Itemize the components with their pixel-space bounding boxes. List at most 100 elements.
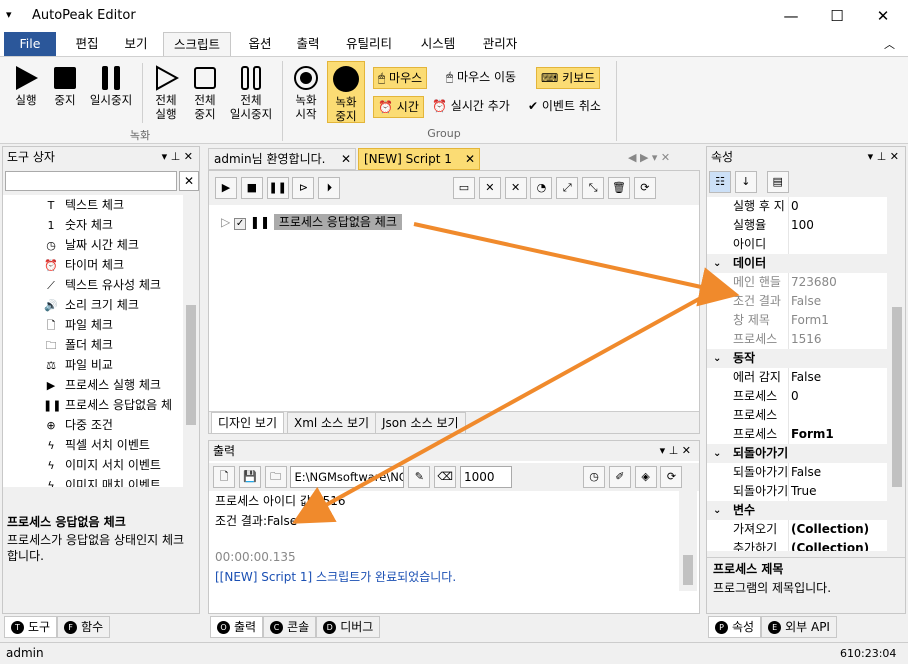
count-stepper[interactable]: 1000 (459, 466, 512, 488)
property-value[interactable]: (Collection) (791, 539, 869, 551)
property-row[interactable]: 프로세스 (707, 406, 887, 425)
paint-bucket-icon[interactable]: ◈ (634, 466, 657, 488)
run-icon[interactable]: ▶ (215, 177, 237, 199)
toolbox-item[interactable]: ▶ 프로세스 실행 체크 (43, 375, 172, 395)
tab-design[interactable]: 디자인 보기 (211, 412, 285, 434)
property-value[interactable]: 0 (791, 197, 799, 216)
tab-utility[interactable]: 유틸리티 (336, 32, 402, 56)
clean-icon[interactable]: ✎ (408, 466, 431, 488)
property-value[interactable]: (Collection) (791, 520, 869, 539)
realtime-add-toggle[interactable]: ⏰ 실시간 추가 (428, 96, 514, 118)
property-row[interactable]: 되돌아가기 True (707, 482, 887, 501)
collapse-category-icon[interactable]: ⌄ (713, 349, 721, 368)
property-row[interactable]: 되돌아가기 False (707, 463, 887, 482)
property-row[interactable]: 실행 후 지 0 (707, 197, 887, 216)
property-category[interactable]: ⌄ 데이터 (707, 254, 887, 273)
delete-all-icon[interactable]: ✕ (504, 177, 527, 199)
panel-controls-icon[interactable]: ▾ ⊥ ✕ (660, 441, 691, 461)
collapse-category-icon[interactable]: ⌄ (713, 444, 721, 463)
stop-button[interactable]: 중지 (48, 65, 82, 107)
tab-script-1[interactable]: [NEW] Script 1 ✕ (358, 148, 480, 170)
property-value[interactable]: 1516 (791, 330, 822, 349)
keyboard-toggle[interactable]: ⌨ 키보드 (536, 67, 601, 89)
property-value[interactable]: False (791, 292, 821, 311)
property-row[interactable]: 프로세스 Form1 (707, 425, 887, 444)
property-value[interactable]: False (791, 368, 821, 387)
tab-view[interactable]: 보기 (116, 32, 156, 56)
history-icon[interactable]: ◔ (530, 177, 553, 199)
tab-output[interactable]: 출력 (288, 32, 328, 56)
toolbox-item[interactable]: ⟋ 텍스트 유사성 체크 (43, 275, 172, 295)
tab-edit[interactable]: 편집 (66, 32, 108, 56)
minimize-button[interactable]: — (768, 0, 814, 32)
property-value[interactable]: 100 (791, 216, 814, 235)
toolbox-item[interactable]: T 텍스트 체크 (43, 195, 172, 215)
record-start-button[interactable]: 녹화 시작 (288, 65, 324, 121)
property-row[interactable]: 프로세스 0 (707, 387, 887, 406)
mouse-toggle[interactable]: 🖱 마우스 (373, 67, 428, 89)
scrollbar[interactable] (183, 195, 199, 487)
refresh-icon[interactable]: ⟳ (660, 466, 683, 488)
refresh-icon[interactable]: ⟳ (633, 177, 656, 199)
clock-icon[interactable]: ◷ (583, 466, 605, 488)
tab-debug[interactable]: D 디버그 (316, 616, 381, 638)
output-text[interactable]: 프로세스 아이디 값:1516 조건 결과:False 00:00:00.135… (209, 491, 679, 591)
tab-external-api[interactable]: E 외부 API (761, 616, 837, 638)
property-row[interactable]: 창 제목 Form1 (707, 311, 887, 330)
path-input[interactable]: E:\NGMsoftware\NG (290, 466, 405, 488)
close-button[interactable]: ✕ (860, 0, 906, 32)
toolbox-item[interactable]: ⊕ 다중 조건 (43, 415, 172, 435)
property-row[interactable]: 조건 결과 False (707, 292, 887, 311)
stop-icon[interactable]: ■ (240, 177, 263, 199)
image-icon[interactable]: ▭ (453, 177, 475, 199)
property-value[interactable]: False (791, 463, 821, 482)
toolbox-item[interactable]: 1 숫자 체크 (43, 215, 172, 235)
event-cancel-toggle[interactable]: ✔ 이벤트 취소 (524, 96, 605, 118)
tab-console[interactable]: C 콘솔 (263, 616, 317, 638)
toolbox-item[interactable]: 🗀 폴더 체크 (43, 335, 172, 355)
trash-icon[interactable]: 🗑 (607, 177, 630, 199)
step-run-icon[interactable]: ⏵ (318, 177, 341, 199)
property-value[interactable]: 0 (791, 387, 799, 406)
scrollbar[interactable] (889, 197, 905, 551)
property-value[interactable]: Form1 (791, 425, 834, 444)
property-value[interactable]: Form1 (791, 311, 829, 330)
toolbox-item[interactable]: ϟ 픽셀 서치 이벤트 (43, 435, 172, 455)
toolbox-item[interactable]: ⚖ 파일 비교 (43, 355, 172, 375)
open-folder-icon[interactable]: 🗀 (264, 466, 287, 488)
clear-search-icon[interactable]: ✕ (179, 171, 199, 191)
property-row[interactable]: 아이디 (707, 235, 887, 254)
stop-all-button[interactable]: 전체 중지 (186, 65, 224, 121)
toolbox-item[interactable]: ϟ 이미지 매치 이벤트 (43, 475, 172, 487)
property-value[interactable]: True (791, 482, 817, 501)
script-node[interactable]: ▷ ✓ ❚❚ 프로세스 응답없음 체크 (221, 213, 402, 230)
toolbox-item[interactable]: ϟ 이미지 서치 이벤트 (43, 455, 172, 475)
categorized-icon[interactable]: ☷ (709, 171, 731, 193)
tab-output-panel[interactable]: O 출력 (210, 616, 264, 638)
collapse-icon[interactable]: ⤡ (582, 177, 605, 199)
panel-controls-icon[interactable]: ▾ ⊥ ✕ (162, 147, 193, 167)
property-row[interactable]: 메인 핸들 723680 (707, 273, 887, 292)
node-checkbox[interactable]: ✓ (234, 218, 247, 230)
tab-json[interactable]: Json 소스 보기 (375, 412, 466, 434)
run-button[interactable]: 실행 (8, 65, 44, 107)
delete-icon[interactable]: ✕ (478, 177, 501, 199)
property-row[interactable]: 에러 감지 False (707, 368, 887, 387)
property-pages-icon[interactable]: ▤ (766, 171, 789, 193)
expand-arrow-icon[interactable]: ▷ (221, 215, 230, 229)
property-category[interactable]: ⌄ 동작 (707, 349, 887, 368)
collapse-category-icon[interactable]: ⌄ (713, 254, 721, 273)
property-row[interactable]: 실행율 100 (707, 216, 887, 235)
brush-icon[interactable]: ✐ (608, 466, 631, 488)
toolbox-item[interactable]: ❚❚ 프로세스 응답없음 체 (43, 395, 172, 415)
toolbox-search-input[interactable] (5, 171, 177, 191)
record-stop-button[interactable]: 녹화 중지 (327, 61, 365, 123)
toolbox-item[interactable]: ⏰ 타이머 체크 (43, 255, 172, 275)
save-icon[interactable]: 💾 (238, 466, 261, 488)
step-icon[interactable]: ⊳ (292, 177, 315, 199)
tab-system[interactable]: 시스템 (410, 32, 466, 56)
pause-icon[interactable]: ❚❚ (266, 177, 289, 199)
tab-tools[interactable]: T 도구 (4, 616, 58, 638)
maximize-button[interactable]: ☐ (814, 0, 860, 32)
collapse-ribbon-icon[interactable]: ︿ (884, 36, 895, 52)
